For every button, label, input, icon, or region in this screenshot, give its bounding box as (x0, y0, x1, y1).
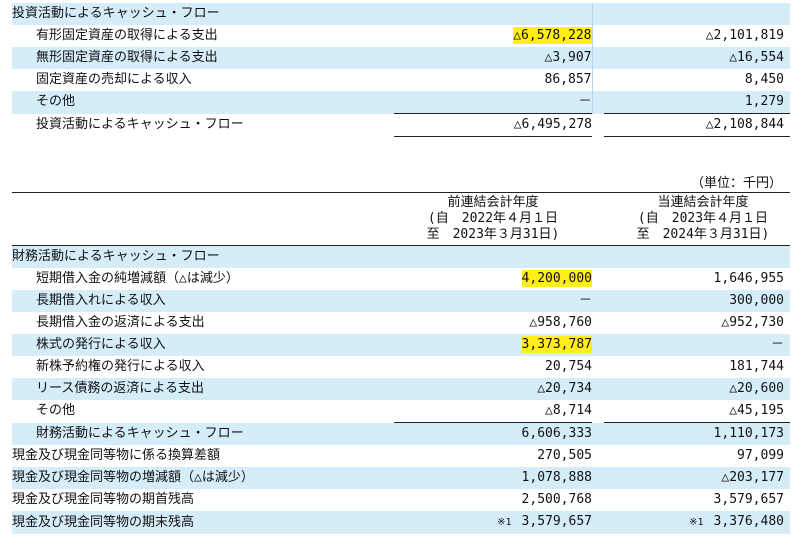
total-label: 投資活動によるキャッシュ・フロー (12, 113, 382, 137)
financing-section-header-row: 財務活動によるキャッシュ・フロー (12, 246, 790, 268)
prev-value: 4,200,000 (394, 268, 592, 290)
cur-value: ※1 3,376,480 (604, 511, 790, 534)
cur-total: △2,108,844 (604, 113, 790, 137)
table-row: 新株予約権の発行による収入 20,754 181,744 (12, 356, 790, 378)
cur-value: 1,646,955 (604, 268, 790, 290)
summary-label: 現金及び現金同等物の期末残高 (12, 511, 382, 534)
row-label: 有形固定資産の取得による支出 (12, 25, 382, 47)
row-label: 短期借入金の純増減額（△は減少） (12, 268, 382, 290)
cur-value: 300,000 (604, 290, 790, 312)
row-label: リース債務の返済による支出 (12, 378, 382, 400)
cur-period-to: 至 2024年３月31日) (636, 227, 770, 242)
cur-period-header: 当連結会計年度 (自 2023年４月１日 至 2024年３月31日) (604, 193, 802, 243)
period-header: 前連結会計年度 (自 2022年４月１日 至 2023年３月31日) 当連結会計… (12, 192, 790, 246)
cur-value: － (604, 334, 790, 356)
value-text: 3,376,480 (713, 514, 784, 529)
cur-value: 8,450 (604, 69, 790, 91)
cur-period-from: (自 2023年４月１日 (637, 211, 769, 226)
table-row: 株式の発行による収入 3,373,787 － (12, 334, 790, 356)
prev-period-from: (自 2022年４月１日 (427, 211, 559, 226)
prev-value: 3,373,787 (394, 334, 592, 356)
value-text: 3,579,657 (521, 514, 592, 529)
highlighted-value: 4,200,000 (521, 270, 592, 287)
footnote-mark: ※1 (497, 517, 512, 528)
row-label: 長期借入金の返済による支出 (12, 312, 382, 334)
prev-value: 86,857 (394, 69, 592, 91)
cur-value: △203,177 (604, 467, 790, 489)
prev-value: △8,714 (394, 400, 592, 423)
cur-value: 97,099 (604, 445, 790, 467)
table-row: 長期借入金の返済による支出 △958,760 △952,730 (12, 312, 790, 334)
investing-section-header-row: 投資活動によるキャッシュ・フロー (12, 3, 790, 25)
cur-value: △45,195 (604, 400, 790, 423)
row-label: 固定資産の売却による収入 (12, 69, 382, 91)
prev-value: △6,578,228 (394, 25, 592, 47)
prev-value: － (394, 91, 592, 114)
prev-value: △3,907 (394, 47, 592, 69)
prev-total: 6,606,333 (394, 422, 592, 445)
prev-value: 2,500,768 (394, 489, 592, 511)
prev-period-header: 前連結会計年度 (自 2022年４月１日 至 2023年３月31日) (394, 193, 592, 243)
prev-value: △958,760 (394, 312, 592, 334)
unit-label: （単位：千円） (690, 176, 782, 191)
footnote-mark: ※1 (689, 517, 704, 528)
prev-value: ※1 3,579,657 (394, 511, 592, 534)
cur-value: 1,279 (604, 91, 790, 114)
table-row: 長期借入れによる収入 － 300,000 (12, 290, 790, 312)
table-row: 有形固定資産の取得による支出 △6,578,228 △2,101,819 (12, 25, 790, 47)
summary-label: 現金及び現金同等物の増減額（△は減少） (12, 467, 382, 489)
prev-value: 1,078,888 (394, 467, 592, 489)
table-row: 無形固定資産の取得による支出 △3,907 △16,554 (12, 47, 790, 69)
prev-value: － (394, 290, 592, 312)
cur-value: 3,579,657 (604, 489, 790, 511)
cur-value: △952,730 (604, 312, 790, 334)
cur-value: △16,554 (604, 47, 790, 69)
table-row: 短期借入金の純増減額（△は減少） 4,200,000 1,646,955 (12, 268, 790, 290)
investing-cashflow-table: 投資活動によるキャッシュ・フロー 有形固定資産の取得による支出 △6,578,2… (12, 3, 790, 137)
table-row: 固定資産の売却による収入 86,857 8,450 (12, 69, 790, 91)
table-row: その他 － 1,279 (12, 91, 790, 114)
prev-value: △20,734 (394, 378, 592, 400)
cur-value: △2,101,819 (604, 25, 790, 47)
financing-cashflow-table: 財務活動によるキャッシュ・フロー 短期借入金の純増減額（△は減少） 4,200,… (12, 246, 790, 534)
summary-row: 現金及び現金同等物の期首残高 2,500,768 3,579,657 (12, 489, 790, 511)
row-label: その他 (12, 400, 382, 423)
summary-row: 現金及び現金同等物の増減額（△は減少） 1,078,888 △203,177 (12, 467, 790, 489)
highlighted-value: 3,373,787 (521, 336, 592, 353)
table-row: リース債務の返済による支出 △20,734 △20,600 (12, 378, 790, 400)
summary-label: 現金及び現金同等物に係る換算差額 (12, 445, 382, 467)
cur-total: 1,110,173 (604, 422, 790, 445)
prev-value: 20,754 (394, 356, 592, 378)
investing-section-title: 投資活動によるキャッシュ・フロー (12, 3, 382, 25)
highlighted-value: △6,578,228 (513, 27, 592, 44)
financing-section-title: 財務活動によるキャッシュ・フロー (12, 246, 382, 268)
row-label: 新株予約権の発行による収入 (12, 356, 382, 378)
prev-total: △6,495,278 (394, 113, 592, 137)
summary-label: 現金及び現金同等物の期首残高 (12, 489, 382, 511)
total-row: 財務活動によるキャッシュ・フロー 6,606,333 1,110,173 (12, 422, 790, 445)
cur-period-name: 当連結会計年度 (657, 195, 749, 210)
summary-row: 現金及び現金同等物の期末残高 ※1 3,579,657 ※1 3,376,480 (12, 511, 790, 534)
prev-period-name: 前連結会計年度 (447, 195, 539, 210)
prev-period-to: 至 2023年３月31日) (426, 227, 560, 242)
cur-value: △20,600 (604, 378, 790, 400)
summary-row: 現金及び現金同等物に係る換算差額 270,505 97,099 (12, 445, 790, 467)
row-label: その他 (12, 91, 382, 114)
row-label: 無形固定資産の取得による支出 (12, 47, 382, 69)
table-row: その他 △8,714 △45,195 (12, 400, 790, 423)
row-label: 長期借入れによる収入 (12, 290, 382, 312)
row-label: 株式の発行による収入 (12, 334, 382, 356)
total-label: 財務活動によるキャッシュ・フロー (12, 422, 382, 445)
cur-value: 181,744 (604, 356, 790, 378)
prev-value: 270,505 (394, 445, 592, 467)
total-row: 投資活動によるキャッシュ・フロー △6,495,278 △2,108,844 (12, 113, 790, 137)
